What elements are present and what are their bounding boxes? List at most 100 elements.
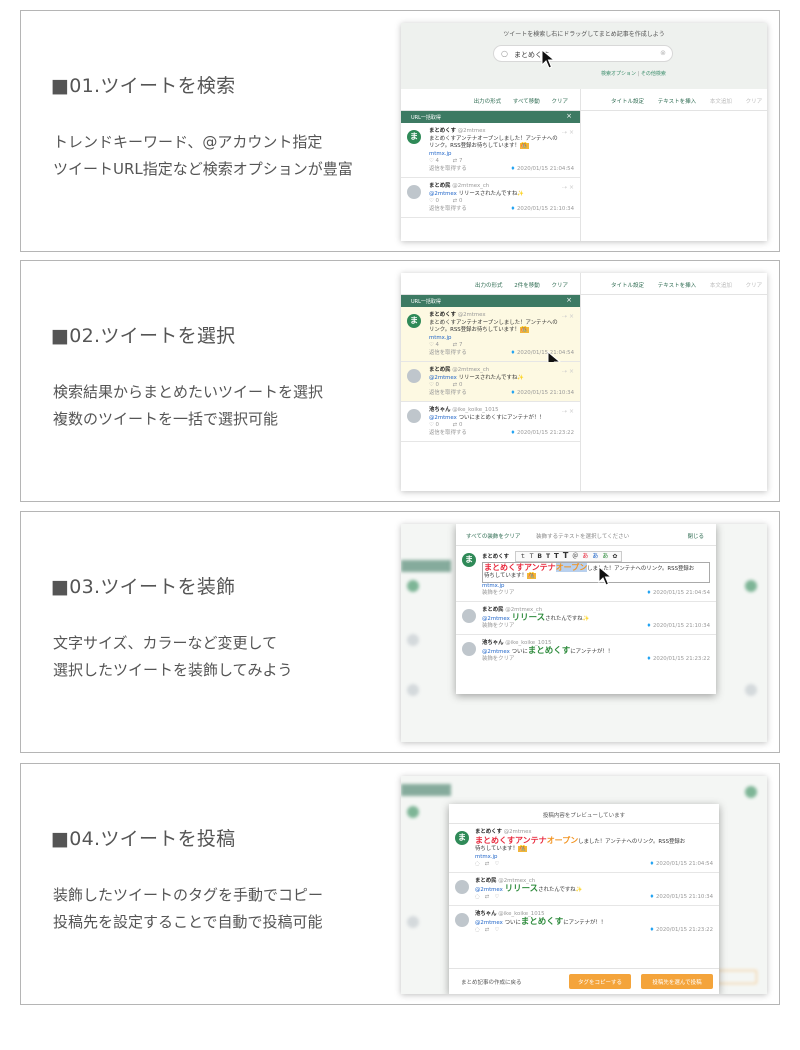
- sparkle-emoji: ✨: [517, 374, 525, 381]
- tweet-item[interactable]: ⇢ × 池ちゃん @ike_koike_1015 @2mtmex ついにまとめく…: [401, 402, 580, 442]
- close-icon[interactable]: ×: [566, 296, 572, 304]
- close-icon[interactable]: ⇢ ×: [562, 313, 574, 321]
- close-icon[interactable]: ×: [566, 112, 572, 120]
- decorated-text-green: まとめくす: [527, 645, 571, 656]
- emoji: 🎊: [519, 327, 529, 333]
- search-input[interactable]: ○ まとめくす ⊗: [493, 45, 673, 62]
- tweet-item-selected[interactable]: ま ⇢ × まとめくす @2mtmex まとめくすアンテナオープンしました！アン…: [401, 307, 580, 371]
- tweet-text: リリースされたんですね: [458, 374, 518, 381]
- tweet-item-decorating[interactable]: ま まとめくす ｔ T B T T T ＠あああ ✿ まとめくすアンテナオープンしました！アン…: [456, 546, 716, 602]
- twitter-icon: ♦: [510, 390, 516, 396]
- bold-button[interactable]: B: [537, 553, 542, 560]
- mention-link[interactable]: @2mtmex: [482, 649, 510, 655]
- reply-fetch-link[interactable]: 返信を取得する: [429, 166, 467, 172]
- preview-footer: まとめ記事の作成に戻る タグをコピーする 投稿先を選んで投稿: [449, 968, 719, 994]
- twitter-icon: ♦: [510, 430, 516, 436]
- close-button[interactable]: 閉じる: [687, 532, 704, 540]
- mention-link[interactable]: @2mtmex: [482, 616, 510, 622]
- close-icon[interactable]: ⇢ ×: [562, 184, 574, 192]
- tweet-item[interactable]: 池ちゃん @ike_koike_1015 @2mtmex ついにまとめくすにアン…: [456, 635, 716, 667]
- twitter-icon: ♦: [510, 206, 516, 212]
- tweet-stats: ♡ 0 ⇄ 0: [429, 198, 463, 204]
- tweet-handle: @2mtmex: [457, 312, 486, 318]
- tweet-link[interactable]: mtmx.jp: [475, 854, 713, 862]
- clear-right-button[interactable]: クリア: [746, 99, 763, 105]
- add-body-button[interactable]: 本文追加: [710, 99, 732, 105]
- clear-all-deco-button[interactable]: すべての装飾をクリア: [466, 534, 520, 540]
- mention-link[interactable]: @2mtmex: [429, 191, 457, 197]
- desc-line: 検索結果からまとめたいツイートを選択: [53, 383, 324, 401]
- clear-deco-link[interactable]: 装飾をクリア: [482, 590, 514, 596]
- small-text-button[interactable]: ｔ: [520, 553, 526, 560]
- clear-button[interactable]: クリア: [551, 99, 568, 105]
- format-toolbar: ｔ T B T T T ＠あああ ✿: [514, 551, 623, 562]
- toolbar-left: 出力の形式 すべて移動 クリア: [401, 89, 581, 111]
- tweet-date: 2020/01/15 21:04:54: [517, 166, 574, 172]
- gear-icon[interactable]: ✿: [612, 553, 617, 560]
- red-color-button[interactable]: あ: [582, 553, 588, 560]
- decorated-text-red: まとめくすアンテナ: [475, 835, 547, 845]
- reply-fetch-link[interactable]: 返信を取得する: [429, 430, 467, 436]
- tweet-footer: 返信を取得する ♦ 2020/01/15 21:10:34: [429, 206, 574, 214]
- tweet-link[interactable]: mtmx.jp: [482, 583, 710, 591]
- clear-button[interactable]: クリア: [551, 283, 568, 289]
- tweet-footer: 返信を取得する ♦ 2020/01/15 21:04:54: [429, 166, 574, 174]
- tweet-date: 2020/01/15 21:10:34: [517, 206, 574, 212]
- green-color-button[interactable]: あ: [602, 553, 608, 560]
- insert-text-button[interactable]: テキストを挿入: [658, 99, 696, 105]
- post-button[interactable]: 投稿先を選んで投稿: [641, 974, 713, 989]
- reply-fetch-link[interactable]: 返信を取得する: [429, 390, 467, 396]
- reply-fetch-link[interactable]: 返信を取得する: [429, 350, 467, 356]
- tweet-item[interactable]: ⇢ × まとめ民 @2mtmex_ch @2mtmex リリースされたんですね✨…: [401, 178, 580, 218]
- search-options-link[interactable]: 検索オプション: [601, 71, 636, 77]
- text-size-button[interactable]: T: [546, 553, 550, 560]
- tweet-date: 2020/01/15 21:23:22: [653, 656, 710, 662]
- mention-link[interactable]: @2mtmex: [475, 920, 503, 926]
- tweet-link[interactable]: mtmx.jp: [429, 335, 574, 343]
- mention-link[interactable]: @2mtmex: [475, 887, 503, 893]
- close-icon[interactable]: ⇢ ×: [562, 368, 574, 376]
- clear-icon[interactable]: ⊗: [660, 49, 666, 57]
- preview-title: 投稿内容をプレビューしています: [449, 804, 719, 824]
- format-button[interactable]: 出力の形式: [475, 283, 503, 289]
- tweet-item-selected[interactable]: ⇢ × まとめ民 @2mtmex_ch @2mtmex リリースされたんですね✨…: [401, 362, 580, 402]
- title-setting-button[interactable]: タイトル設定: [611, 283, 644, 289]
- format-button[interactable]: 出力の形式: [474, 99, 502, 105]
- twitter-icon: ♦: [646, 623, 652, 629]
- text-size-button[interactable]: T: [530, 553, 534, 560]
- decorated-text-green: リリース: [511, 612, 546, 623]
- tweet-link[interactable]: mtmx.jp: [429, 151, 574, 159]
- tweet-text: リンク。RSS登録お待ちしています！: [429, 143, 520, 149]
- mention-link[interactable]: @2mtmex: [429, 415, 457, 421]
- tweet-item[interactable]: ま ⇢ × まとめくす @2mtmex まとめくすアンテナオープンしました！アン…: [401, 123, 580, 178]
- text-size-button[interactable]: T: [554, 552, 559, 560]
- back-to-edit-link[interactable]: まとめ記事の作成に戻る: [461, 978, 522, 986]
- text-size-button[interactable]: T: [563, 551, 568, 560]
- url-bulk-bar[interactable]: URL一括取得 ×: [401, 295, 580, 307]
- move-two-button[interactable]: 2件を移動: [514, 283, 540, 289]
- tweet-name: まとめ民: [475, 878, 497, 884]
- desc-line: ツイートURL指定など検索オプションが豊富: [53, 160, 353, 178]
- insert-text-button[interactable]: テキストを挿入: [658, 283, 696, 289]
- close-icon[interactable]: ⇢ ×: [562, 129, 574, 137]
- clear-deco-link[interactable]: 装飾をクリア: [482, 623, 514, 629]
- search-header: ツイートを検索し右にドラッグしてまとめ記事を作成しよう ○ まとめくす ⊗ 検索…: [401, 23, 767, 89]
- other-search-link[interactable]: その他検索: [641, 71, 666, 77]
- reply-fetch-link[interactable]: 返信を取得する: [429, 206, 467, 212]
- tweet-item[interactable]: まとめ民 @2mtmex_ch @2mtmex リリースされたんですね✨ 装飾を…: [456, 602, 716, 635]
- copy-tag-button[interactable]: タグをコピーする: [569, 974, 631, 989]
- like-count: 0: [435, 422, 439, 428]
- blue-color-button[interactable]: あ: [592, 553, 598, 560]
- close-icon[interactable]: ⇢ ×: [562, 408, 574, 416]
- link-icon[interactable]: ＠: [572, 553, 578, 560]
- title-setting-button[interactable]: タイトル設定: [611, 99, 644, 105]
- twitter-icon: ♦: [510, 350, 516, 356]
- mention-link[interactable]: @2mtmex: [429, 375, 457, 381]
- tweet-actions-icon: ◌ ⇄ ♡: [475, 894, 500, 900]
- move-all-button[interactable]: すべて移動: [513, 99, 540, 105]
- tweet-handle: @ike_koike_1015: [452, 407, 499, 413]
- clear-deco-link[interactable]: 装飾をクリア: [482, 656, 514, 662]
- url-bulk-bar[interactable]: URL一括取得 ×: [401, 111, 580, 123]
- add-body-button[interactable]: 本文追加: [710, 283, 732, 289]
- clear-right-button[interactable]: クリア: [746, 283, 763, 289]
